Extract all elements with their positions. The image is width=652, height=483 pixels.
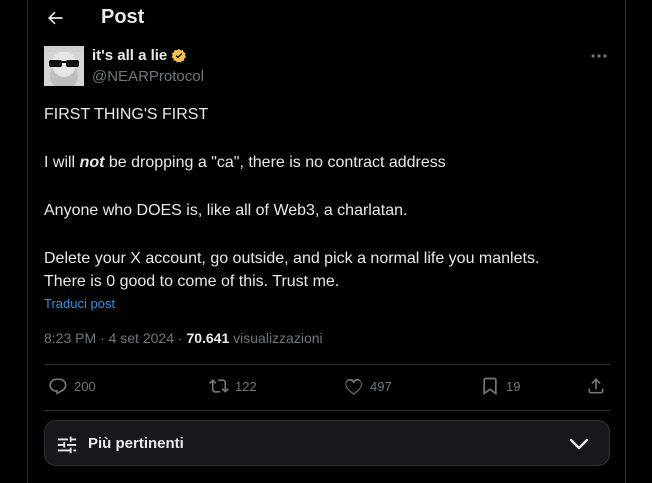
reply-button[interactable]: 200 <box>48 376 96 396</box>
tweet-text: FIRST THING'S FIRST I will not be droppi… <box>44 103 604 293</box>
share-icon <box>588 378 604 394</box>
tweet-line: I will not be dropping a "ca", there is … <box>44 151 604 174</box>
back-button[interactable] <box>42 6 68 30</box>
filter-sliders-icon <box>57 436 77 454</box>
avatar[interactable] <box>44 46 84 86</box>
tweet-line: There is 0 good to come of this. Trust m… <box>44 273 340 290</box>
translate-post-link[interactable]: Traduci post <box>44 296 115 311</box>
author-display-name[interactable]: it's all a lie <box>92 47 187 64</box>
views-label: visualizzazioni <box>229 330 323 346</box>
reply-count: 200 <box>74 378 96 394</box>
meta-separator: · <box>173 330 187 346</box>
like-button[interactable]: 497 <box>344 376 392 396</box>
tweet-text-segment: I will <box>44 154 80 171</box>
reply-icon <box>49 378 67 395</box>
page-title: Post <box>101 6 145 28</box>
like-count: 497 <box>370 378 392 394</box>
divider <box>44 410 610 411</box>
bookmark-button[interactable]: 19 <box>480 376 520 396</box>
reply-sort-label: Più pertinenti <box>88 435 184 452</box>
tweet-emphasis: not <box>79 154 105 171</box>
heart-icon <box>345 378 362 395</box>
tweet-line: Delete your X account, go outside, and p… <box>44 250 540 267</box>
tweet-line: FIRST THING'S FIRST <box>44 106 209 123</box>
author-name-text: it's all a lie <box>92 47 168 64</box>
post-time[interactable]: 8:23 PM <box>44 330 96 346</box>
verified-badge-icon <box>171 48 187 63</box>
more-options-button[interactable] <box>589 47 609 65</box>
share-button[interactable] <box>586 376 606 396</box>
action-bar: 200 122 497 19 <box>44 364 610 410</box>
more-dots-icon <box>591 54 607 58</box>
author-handle[interactable]: @NEARProtocol <box>92 68 204 85</box>
post-date[interactable]: 4 set 2024 <box>109 330 174 346</box>
repost-count: 122 <box>235 378 257 394</box>
reply-sort-selector[interactable]: Più pertinenti <box>44 420 610 466</box>
post-column: Post it's all a lie @NEARProtocol FIRST … <box>27 0 626 483</box>
post-meta: 8:23 PM · 4 set 2024 · 70.641 visualizza… <box>44 330 323 346</box>
avatar-image <box>44 46 84 86</box>
bookmark-icon <box>483 377 497 396</box>
chevron-down-icon <box>569 438 589 450</box>
repost-icon <box>209 379 229 393</box>
bookmark-count: 19 <box>506 378 521 394</box>
views-count: 70.641 <box>186 330 230 346</box>
tweet-text-segment: be dropping a "ca", there is no contract… <box>104 154 446 171</box>
meta-separator: · <box>96 330 109 346</box>
post-header: Post <box>28 0 625 36</box>
repost-button[interactable]: 122 <box>209 376 257 396</box>
arrow-left-icon <box>48 11 63 25</box>
tweet-line: Anyone who DOES is, like all of Web3, a … <box>44 202 408 219</box>
